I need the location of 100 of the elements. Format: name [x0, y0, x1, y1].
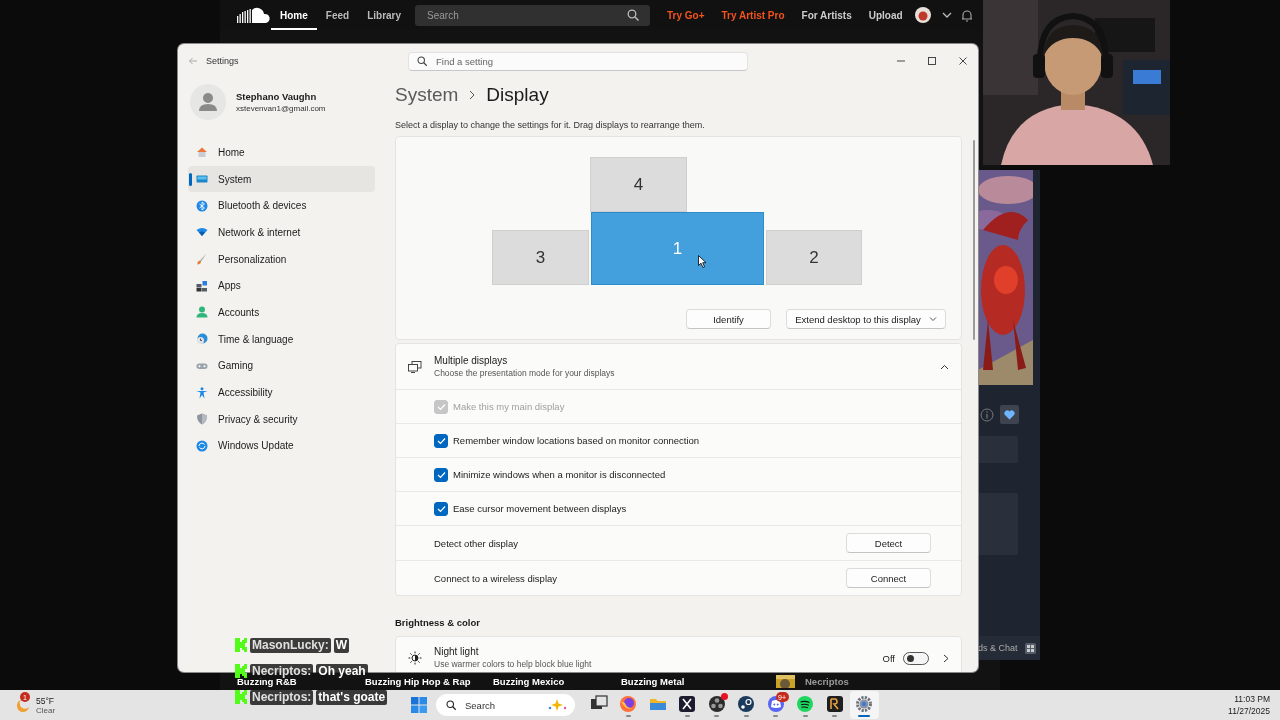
close-icon[interactable]: [957, 56, 968, 66]
clock-time: 11:03 PM: [1233, 693, 1270, 705]
account-email: xstevenvan1@gmail.com: [236, 104, 326, 113]
sidebar-item[interactable]: Windows Update: [188, 432, 375, 460]
checkbox[interactable]: [434, 501, 448, 516]
check-icon: [436, 402, 446, 411]
nav-icon: [196, 279, 208, 292]
checkbox[interactable]: [434, 433, 448, 448]
start-icon[interactable]: [410, 696, 428, 714]
nav-tab[interactable]: Feed: [316, 0, 359, 30]
artist-name[interactable]: Necriptos: [805, 675, 849, 687]
breadcrumb-link[interactable]: System: [395, 84, 459, 106]
window-title: Settings: [206, 56, 239, 66]
search-field[interactable]: Find a setting: [408, 51, 748, 71]
search-icon: [446, 699, 457, 711]
checkbox-label: Make this my main display: [453, 401, 565, 412]
setting-label: Connect to a wireless display: [434, 572, 558, 584]
info-icon[interactable]: [980, 407, 994, 422]
action-button[interactable]: Detect: [846, 533, 931, 553]
toggle-switch[interactable]: [903, 652, 929, 665]
logo-icon[interactable]: [237, 7, 271, 23]
display-mode-dropdown[interactable]: Extend desktop to this display: [786, 309, 946, 329]
display-tile[interactable]: 2: [766, 230, 862, 285]
app-icon: [796, 695, 815, 713]
search-icon: [627, 8, 641, 22]
card-subtitle: Choose the presentation mode for your displays: [434, 368, 615, 378]
playlist-title[interactable]: Buzzing Mexico: [493, 675, 621, 687]
toggle-state: Off: [882, 653, 895, 664]
nav-tab[interactable]: Home: [271, 0, 317, 30]
bell-icon[interactable]: [960, 8, 973, 22]
playlist-title[interactable]: Buzzing Metal: [621, 675, 749, 687]
nav-icon: [196, 146, 208, 159]
hint-text: Select a display to change the settings for it. Drag displays to rearrange them.: [395, 119, 706, 132]
display-tile[interactable]: 4: [590, 157, 687, 212]
temperature: 55°F: [36, 695, 56, 706]
account-name: Stephano Vaughn: [236, 91, 318, 102]
card-subtitle: Use warmer colors to help block blue light: [434, 659, 592, 669]
sidebar-item[interactable]: Gaming: [188, 352, 375, 380]
sparkle-icon: [547, 699, 567, 711]
maximize-icon[interactable]: [926, 56, 937, 66]
setting-label: Detect other display: [434, 537, 518, 549]
sidebar-item[interactable]: Privacy & security: [188, 405, 375, 433]
check-icon: [436, 470, 446, 479]
nav-link[interactable]: For Artists: [801, 9, 852, 21]
chat-badge-icon: [235, 664, 247, 678]
nav-icon: [196, 199, 208, 212]
chevron-down-icon: [928, 315, 937, 323]
sidebar-item[interactable]: Network & internet: [188, 219, 375, 246]
chat-badge-icon: [235, 638, 247, 652]
nav-link[interactable]: Upload: [868, 9, 903, 21]
card-title: Night light: [434, 646, 480, 657]
chat-badge-icon: [235, 690, 247, 704]
sidebar-item[interactable]: Bluetooth & devices: [188, 192, 375, 220]
favorite-button[interactable]: [1000, 405, 1019, 424]
avatar-icon: [190, 84, 226, 120]
sidebar-item[interactable]: Time & language: [188, 325, 375, 353]
avatar-icon[interactable]: [914, 7, 931, 23]
search-icon: [417, 55, 428, 67]
grid-icon[interactable]: [1024, 642, 1036, 654]
nav-link[interactable]: Try Go+: [667, 9, 705, 21]
action-button[interactable]: Connect: [846, 568, 931, 588]
nav-icon: [196, 306, 208, 319]
chevron-right-icon: [468, 90, 477, 100]
nav-icon: [196, 439, 208, 452]
page-title: Display: [486, 84, 549, 106]
search-field[interactable]: Search: [415, 4, 651, 26]
expander-header[interactable]: Multiple displays Choose the presentation mode for your displays: [396, 344, 961, 389]
nav-link[interactable]: Try Artist Pro: [721, 9, 785, 21]
sidebar-item[interactable]: Personalization: [188, 245, 375, 273]
display-tile[interactable]: 3: [492, 230, 589, 285]
scrollbar[interactable]: [973, 140, 975, 340]
nav-tab[interactable]: Library: [358, 0, 411, 30]
check-icon: [436, 436, 446, 445]
nav-icon: [196, 413, 208, 426]
sidebar-item[interactable]: Accessibility: [188, 379, 375, 406]
cursor-icon: [698, 255, 707, 268]
sidebar-item[interactable]: System: [188, 165, 375, 193]
checkbox-label: Minimize windows when a monitor is disconnected: [453, 469, 666, 480]
identify-button[interactable]: Identify: [686, 309, 771, 329]
checkbox-label: Remember window locations based on monitor connection: [453, 435, 700, 446]
sidebar-item[interactable]: Accounts: [188, 299, 375, 326]
nav-icon: [196, 173, 208, 186]
app-icon: [855, 695, 874, 713]
chevron-right-icon[interactable]: [943, 654, 949, 663]
card-title: Multiple displays: [434, 355, 509, 366]
taskbar-search[interactable]: Search: [436, 694, 575, 716]
app-icon: [766, 695, 785, 713]
app-icon: [737, 695, 756, 713]
nav-icon: [196, 333, 208, 346]
playlist-title[interactable]: Buzzing Hip Hop & Rap: [365, 675, 493, 687]
app-icon: [825, 695, 844, 713]
sidebar-item[interactable]: Home: [188, 139, 375, 166]
app-icon: [678, 695, 697, 713]
weather-condition: Clear: [36, 705, 56, 715]
section-heading: Brightness & color: [395, 616, 481, 630]
monitors-icon: [408, 360, 422, 373]
app-icon: [619, 695, 638, 713]
checkbox-label: Ease cursor movement between displays: [453, 503, 627, 514]
sidebar-item[interactable]: Apps: [188, 272, 375, 300]
checkbox[interactable]: [434, 467, 448, 482]
